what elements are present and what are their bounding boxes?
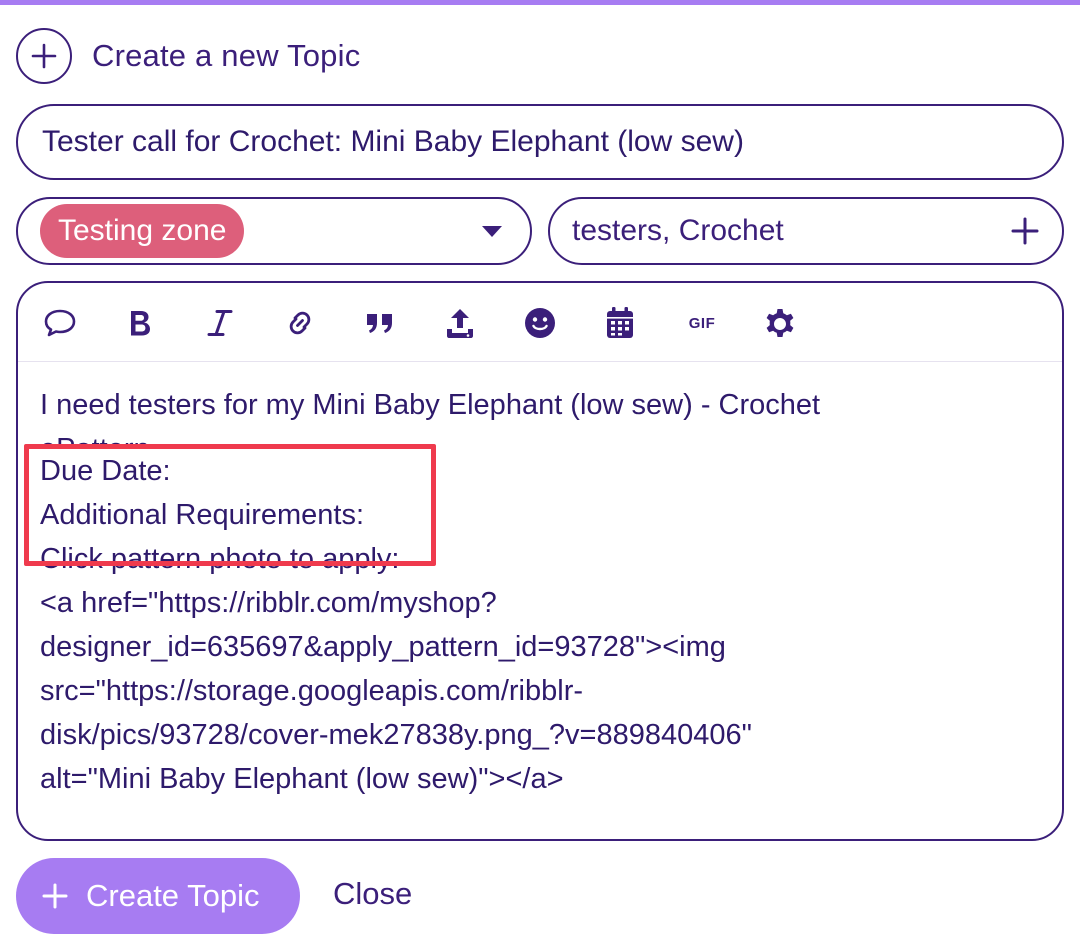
create-topic-header: Create a new Topic [16,28,360,84]
page-title: Create a new Topic [92,38,361,73]
editor-line: Due Date: [40,455,171,487]
emoji-icon[interactable] [520,303,560,343]
editor-line: disk/pics/93728/cover-mek27838y.png_?v=8… [40,719,752,751]
link-icon[interactable] [280,303,320,343]
create-topic-button[interactable]: Create Topic [16,858,300,934]
editor-line: designer_id=635697&apply_pattern_id=9372… [40,631,726,663]
gif-icon[interactable]: GIF [682,303,722,343]
editor-line: src="https://storage.googleapis.com/ribb… [40,675,584,707]
editor-line: alt="Mini Baby Elephant (low sew)"></a> [40,763,564,795]
calendar-icon[interactable] [600,303,640,343]
close-link[interactable]: Close [333,876,412,912]
editor-text[interactable]: I need testers for my Mini Baby Elephant… [40,383,1030,801]
editor-line: Click pattern photo to apply: [40,543,400,575]
top-accent-bar [0,0,1080,5]
editor-line: <a href="https://ribblr.com/myshop? [40,587,497,619]
composer-editor[interactable]: GIF I need testers for my Mini Baby Elep… [16,281,1064,841]
create-topic-label: Create Topic [86,878,260,913]
plus-icon [42,883,68,909]
plus-circle-icon[interactable] [16,28,72,84]
tags-input[interactable]: testers, Crochet [548,197,1064,265]
editor-line: Additional Requirements: [40,499,365,531]
add-tag-icon[interactable] [1010,216,1040,246]
speech-bubble-icon[interactable] [40,303,80,343]
italic-icon[interactable] [200,303,240,343]
category-badge: Testing zone [40,204,245,258]
quote-icon[interactable] [360,303,400,343]
editor-line: I need testers for my Mini Baby Elephant… [40,389,821,421]
editor-line: ePattern [40,433,150,449]
gear-icon[interactable] [760,303,800,343]
upload-icon[interactable] [440,303,480,343]
tags-value: testers, Crochet [572,214,784,247]
bold-icon[interactable] [120,303,160,343]
editor-toolbar: GIF [18,283,1062,362]
gif-label: GIF [688,314,716,332]
category-select[interactable]: Testing zone [16,197,532,265]
caret-down-icon [482,226,502,237]
topic-title-input[interactable] [16,104,1064,180]
